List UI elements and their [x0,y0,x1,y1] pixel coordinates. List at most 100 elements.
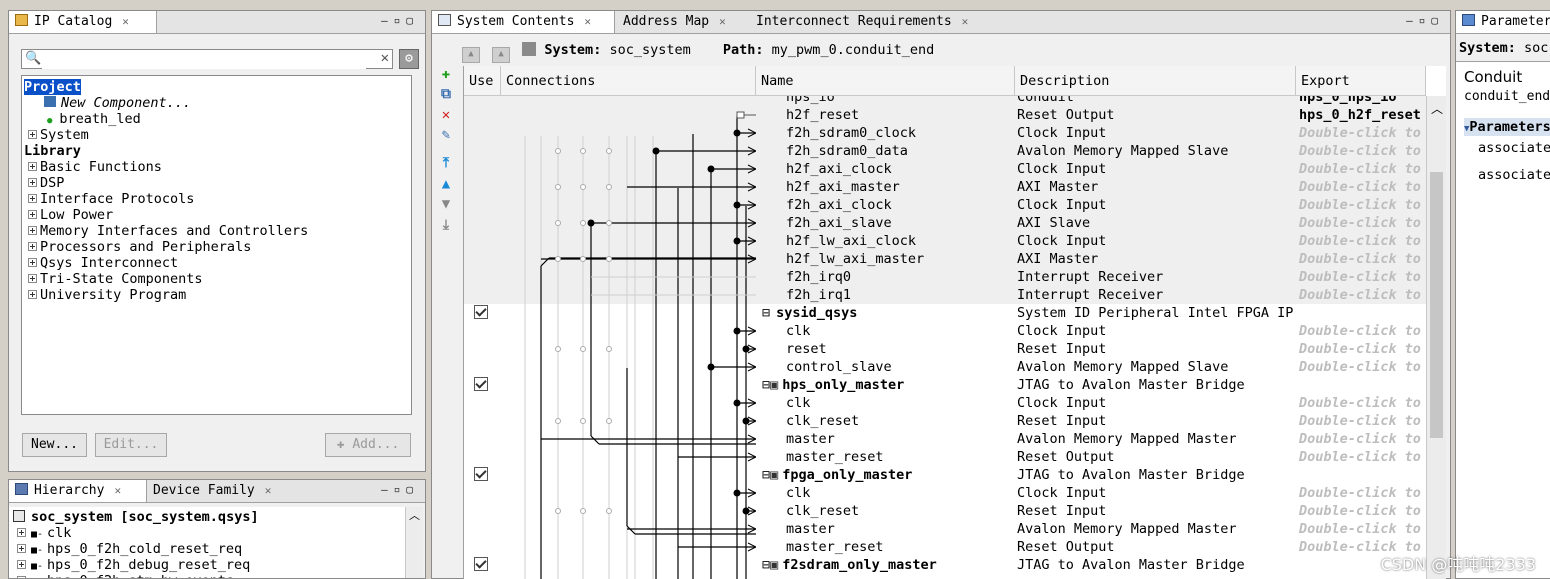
col-description[interactable]: Description [1015,66,1296,96]
connection-node[interactable] [580,346,586,352]
expand-icon[interactable] [28,178,37,187]
window-controls[interactable]: —▫▢ [1406,14,1444,27]
move-top-icon[interactable]: ⤒ [438,156,454,170]
export-cell[interactable]: Double-click to export [1299,178,1425,196]
connection-node[interactable] [555,346,561,352]
export-cell[interactable] [1299,466,1425,484]
connection-dot[interactable] [707,363,715,371]
new-component-button[interactable]: New... [22,433,87,457]
catalog-tree-item[interactable]: University Program [28,287,186,303]
move-up-icon[interactable]: ▲ [438,177,454,191]
name-cell[interactable]: f2h_sdram0_data [786,142,1015,160]
tab-ip-catalog[interactable]: IP Catalog ✕ [9,11,157,33]
name-cell[interactable]: ⊟▣ hps_only_master [762,376,1015,394]
hierarchy-item[interactable]: ■- hps_0_f2h_cold_reset_req [17,541,242,557]
connection-node[interactable] [555,220,561,226]
nav-top-icon[interactable]: ▲ [492,47,511,63]
connection-dot[interactable] [652,147,660,155]
connection-dot[interactable] [587,219,595,227]
connection-dot[interactable] [733,201,741,209]
connection-dot[interactable] [733,399,741,407]
export-cell[interactable]: Double-click to export [1299,286,1425,304]
catalog-tree-item[interactable]: DSP [28,175,64,191]
connection-dot[interactable] [742,507,750,515]
name-cell[interactable]: clk [786,322,1015,340]
connection-dot[interactable] [733,489,741,497]
catalog-tree-item[interactable]: Memory Interfaces and Controllers [28,223,308,239]
close-icon[interactable]: ✕ [962,11,969,33]
connection-node[interactable] [606,418,612,424]
export-cell[interactable]: hps_0_h2f_reset [1299,106,1425,124]
connection-node[interactable] [606,220,612,226]
expand-icon[interactable] [28,274,37,283]
export-cell[interactable] [1299,376,1425,394]
export-cell[interactable]: Double-click to export [1299,358,1425,376]
system-contents-table[interactable]: Use Connections Name Description Export … [463,66,1446,579]
tab-system-contents[interactable]: System Contents ✕ [432,11,615,33]
catalog-tree-item[interactable]: ● breath_led [44,111,141,127]
edit-component-button[interactable]: Edit... [95,433,167,457]
export-cell[interactable]: Double-click to export [1299,448,1425,466]
col-name[interactable]: Name [756,66,1015,96]
connection-node[interactable] [606,184,612,190]
expand-icon[interactable] [28,242,37,251]
name-cell[interactable]: ⊟▣ fpga_only_master [762,466,1015,484]
export-cell[interactable]: Double-click to export [1299,142,1425,160]
expand-icon[interactable] [28,130,37,139]
connection-node[interactable] [606,256,612,262]
output-port-icon[interactable] [736,111,745,119]
export-cell[interactable]: Double-click to export [1299,214,1425,232]
close-icon[interactable]: ✕ [122,11,129,33]
connection-dot[interactable] [742,345,750,353]
scroll-thumb[interactable] [1430,172,1443,438]
name-cell[interactable]: master_reset [786,448,1015,466]
name-cell[interactable]: h2f_axi_master [786,178,1015,196]
collapse-icon[interactable]: ⊟ [762,557,770,573]
export-cell[interactable]: Double-click to export [1299,250,1425,268]
expand-icon[interactable] [28,162,37,171]
export-cell[interactable]: Double-click to export [1299,322,1425,340]
close-icon[interactable]: ✕ [265,480,272,502]
expand-icon[interactable] [17,528,26,537]
parameters-section-header[interactable]: ▼Parameters [1464,118,1550,136]
name-cell[interactable]: ⊟▣ f2sdram_only_master [762,556,1015,574]
name-cell[interactable]: ⊟ sysid_qsys [762,304,1015,322]
window-controls[interactable]: —▫▢ [381,483,419,496]
catalog-tree-item[interactable]: Library [24,143,81,159]
catalog-tree-item[interactable]: Low Power [28,207,113,223]
connection-node[interactable] [580,148,586,154]
export-cell[interactable]: Double-click to export [1299,124,1425,142]
name-cell[interactable]: h2f_axi_clock [786,160,1015,178]
connection-node[interactable] [555,184,561,190]
collapse-icon[interactable]: ⊟ [762,467,770,483]
name-cell[interactable]: h2f_reset [786,106,1015,124]
name-cell[interactable]: f2h_sdram0_clock [786,124,1015,142]
export-cell[interactable]: Double-click to export [1299,196,1425,214]
catalog-tree-item[interactable]: Qsys Interconnect [28,255,178,271]
expand-icon[interactable] [28,258,37,267]
name-cell[interactable]: f2h_axi_slave [786,214,1015,232]
catalog-tree-item[interactable]: Tri-State Components [28,271,203,287]
collapse-icon[interactable]: ⊟ [762,305,770,321]
export-cell[interactable]: Double-click to export [1299,340,1425,358]
name-cell[interactable]: h2f_lw_axi_clock [786,232,1015,250]
hierarchy-item[interactable]: ■-hps_0_f2h_stm_hw_events [17,573,234,578]
search-input[interactable] [42,51,366,69]
connection-node[interactable] [580,184,586,190]
hierarchy-scrollbar[interactable]: ︿ [405,507,423,578]
hierarchy-item[interactable]: soc_system [soc_system.qsys] [13,509,259,525]
connection-node[interactable] [555,256,561,262]
name-cell[interactable]: f2h_irq0 [786,268,1015,286]
connection-node[interactable] [580,256,586,262]
remove-icon[interactable]: ✕ [438,108,454,122]
clear-search-icon[interactable]: ✕ [381,50,389,66]
name-cell[interactable]: clk_reset [786,502,1015,520]
name-cell[interactable]: f2h_irq1 [786,286,1015,304]
tab-device-family[interactable]: Device Family ✕ [147,480,297,502]
move-down-icon[interactable]: ▼ [438,197,454,211]
expand-icon[interactable] [28,226,37,235]
connection-node[interactable] [580,508,586,514]
hierarchy-item[interactable]: ■- clk [17,525,71,541]
connection-node[interactable] [580,220,586,226]
table-scrollbar[interactable]: ︿ [1426,96,1446,579]
